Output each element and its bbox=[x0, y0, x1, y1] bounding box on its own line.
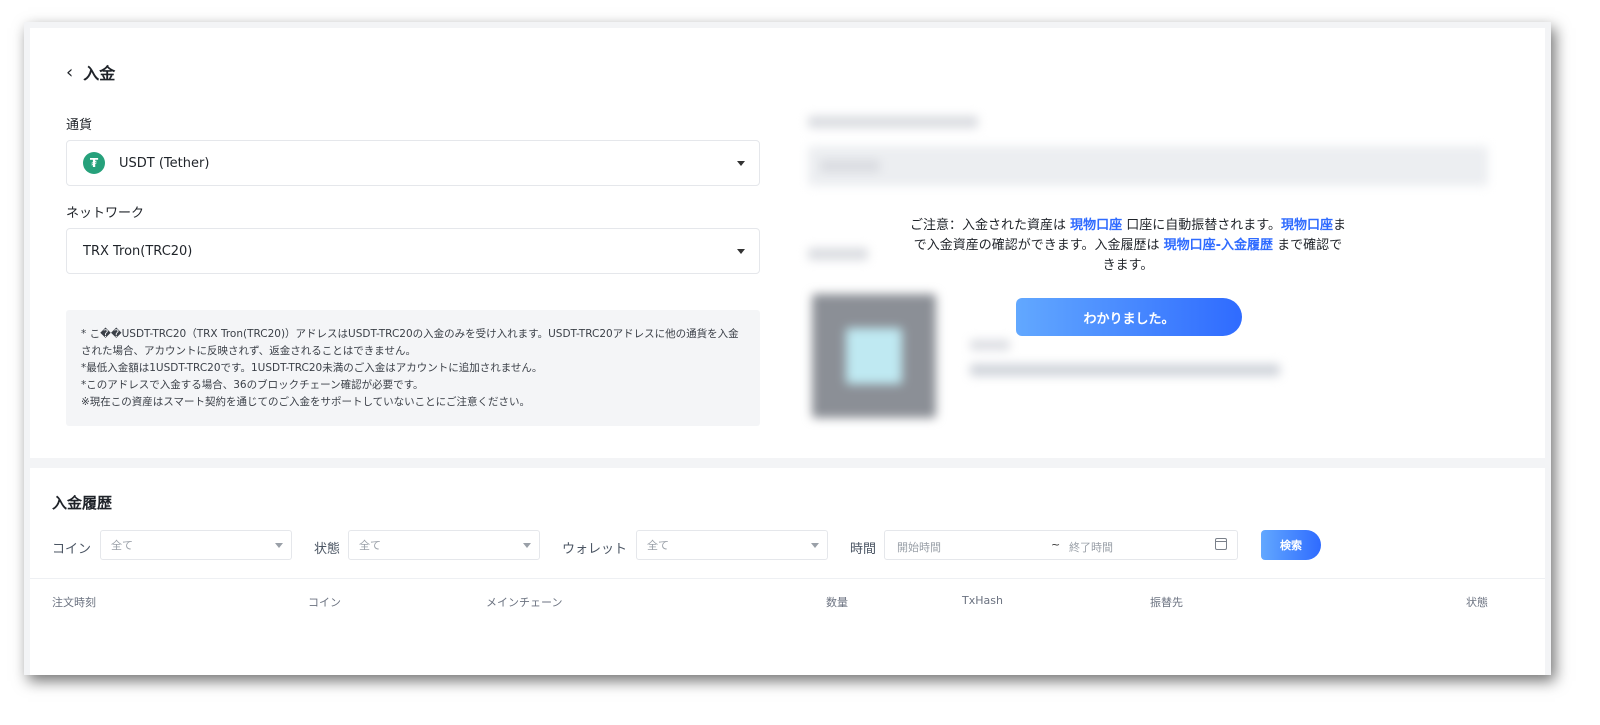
column-header-coin: コイン bbox=[308, 596, 341, 609]
deposit-panel: ‹ 入金 通貨 ₮ USDT (Tether) ネットワーク TRX Tron(… bbox=[30, 28, 1545, 458]
note-line: * こ��USDT-TRC20（TRX Tron(TRC20)）アドレスはUSD… bbox=[81, 328, 739, 357]
note-line: ※現在この資産はスマート契約を通じてのご入金をサポートしていないことにご注意くだ… bbox=[81, 396, 530, 408]
wallet-filter-select[interactable]: 全て bbox=[636, 530, 828, 560]
status-filter-select[interactable]: 全て bbox=[348, 530, 540, 560]
confirm-button[interactable]: わかりました。 bbox=[1016, 298, 1242, 336]
column-header-main-chain: メインチェーン bbox=[486, 596, 563, 609]
currency-select[interactable]: ₮ USDT (Tether) bbox=[66, 140, 760, 186]
coin-filter-value: 全て bbox=[111, 539, 133, 552]
coin-filter-select[interactable]: 全て bbox=[100, 530, 292, 560]
spot-account-link[interactable]: 現物口座 bbox=[1070, 218, 1122, 233]
caret-down-icon bbox=[737, 161, 745, 166]
network-label: ネットワーク bbox=[66, 206, 145, 221]
column-header-amount: 数量 bbox=[826, 596, 848, 609]
coin-filter-label: コイン bbox=[52, 542, 92, 557]
back-button[interactable]: ‹ 入金 bbox=[66, 60, 115, 84]
caret-down-icon bbox=[523, 543, 531, 548]
note-line: *最低入金額は1USDT-TRC20です。1USDT-TRC20未満のご入金はア… bbox=[81, 362, 543, 374]
caret-down-icon bbox=[811, 543, 819, 548]
column-header-destination: 振替先 bbox=[1150, 596, 1183, 609]
deposit-history-link[interactable]: 現物口座-入金履歴 bbox=[1164, 238, 1273, 253]
network-value: TRX Tron(TRC20) bbox=[83, 243, 193, 259]
network-select[interactable]: TRX Tron(TRC20) bbox=[66, 228, 760, 274]
search-button[interactable]: 検索 bbox=[1261, 530, 1321, 560]
chevron-left-icon: ‹ bbox=[66, 61, 74, 83]
history-title: 入金履歴 bbox=[52, 494, 113, 512]
wallet-filter-label: ウォレット bbox=[562, 542, 628, 557]
status-filter-label: 状態 bbox=[314, 542, 341, 557]
notice-text: 口座に自動振替されます。 bbox=[1122, 218, 1281, 233]
page-title: 入金 bbox=[83, 64, 116, 83]
deposit-history-panel: 入金履歴 コイン 全て 状態 全て ウォレット 全て 時間 開始時間 ~ 終了時… bbox=[30, 468, 1545, 675]
wallet-filter-value: 全て bbox=[647, 539, 669, 552]
currency-label: 通貨 bbox=[66, 118, 93, 133]
calendar-icon[interactable] bbox=[1215, 538, 1227, 550]
caret-down-icon bbox=[275, 543, 283, 548]
deposit-notes: * こ��USDT-TRC20（TRX Tron(TRC20)）アドレスはUSD… bbox=[66, 310, 760, 426]
column-header-status: 状態 bbox=[1466, 596, 1488, 609]
column-header-txhash: TxHash bbox=[962, 594, 1003, 607]
caret-down-icon bbox=[737, 249, 745, 254]
end-time-input[interactable]: 終了時間 bbox=[1069, 539, 1113, 555]
notice-text: ご注意：入金された資産は bbox=[909, 218, 1071, 233]
currency-value: USDT (Tether) bbox=[119, 155, 210, 171]
range-separator: ~ bbox=[1051, 538, 1061, 551]
deposit-notice: ご注意：入金された資産は 現物口座 口座に自動振替されます。現物口座まで入金資産… bbox=[908, 216, 1348, 276]
note-line: *このアドレスで入金する場合、36のブロックチェーン確認が必要です。 bbox=[81, 379, 424, 391]
app-window: ‹ 入金 通貨 ₮ USDT (Tether) ネットワーク TRX Tron(… bbox=[24, 22, 1551, 675]
spot-account-link[interactable]: 現物口座 bbox=[1281, 218, 1333, 233]
date-range-picker[interactable]: 開始時間 ~ 終了時間 bbox=[884, 530, 1238, 560]
tether-icon: ₮ bbox=[83, 152, 105, 174]
column-header-order-time: 注文時刻 bbox=[52, 596, 96, 609]
status-filter-value: 全て bbox=[359, 539, 381, 552]
divider bbox=[30, 578, 1545, 579]
start-time-input[interactable]: 開始時間 bbox=[897, 539, 941, 555]
time-filter-label: 時間 bbox=[850, 542, 877, 557]
